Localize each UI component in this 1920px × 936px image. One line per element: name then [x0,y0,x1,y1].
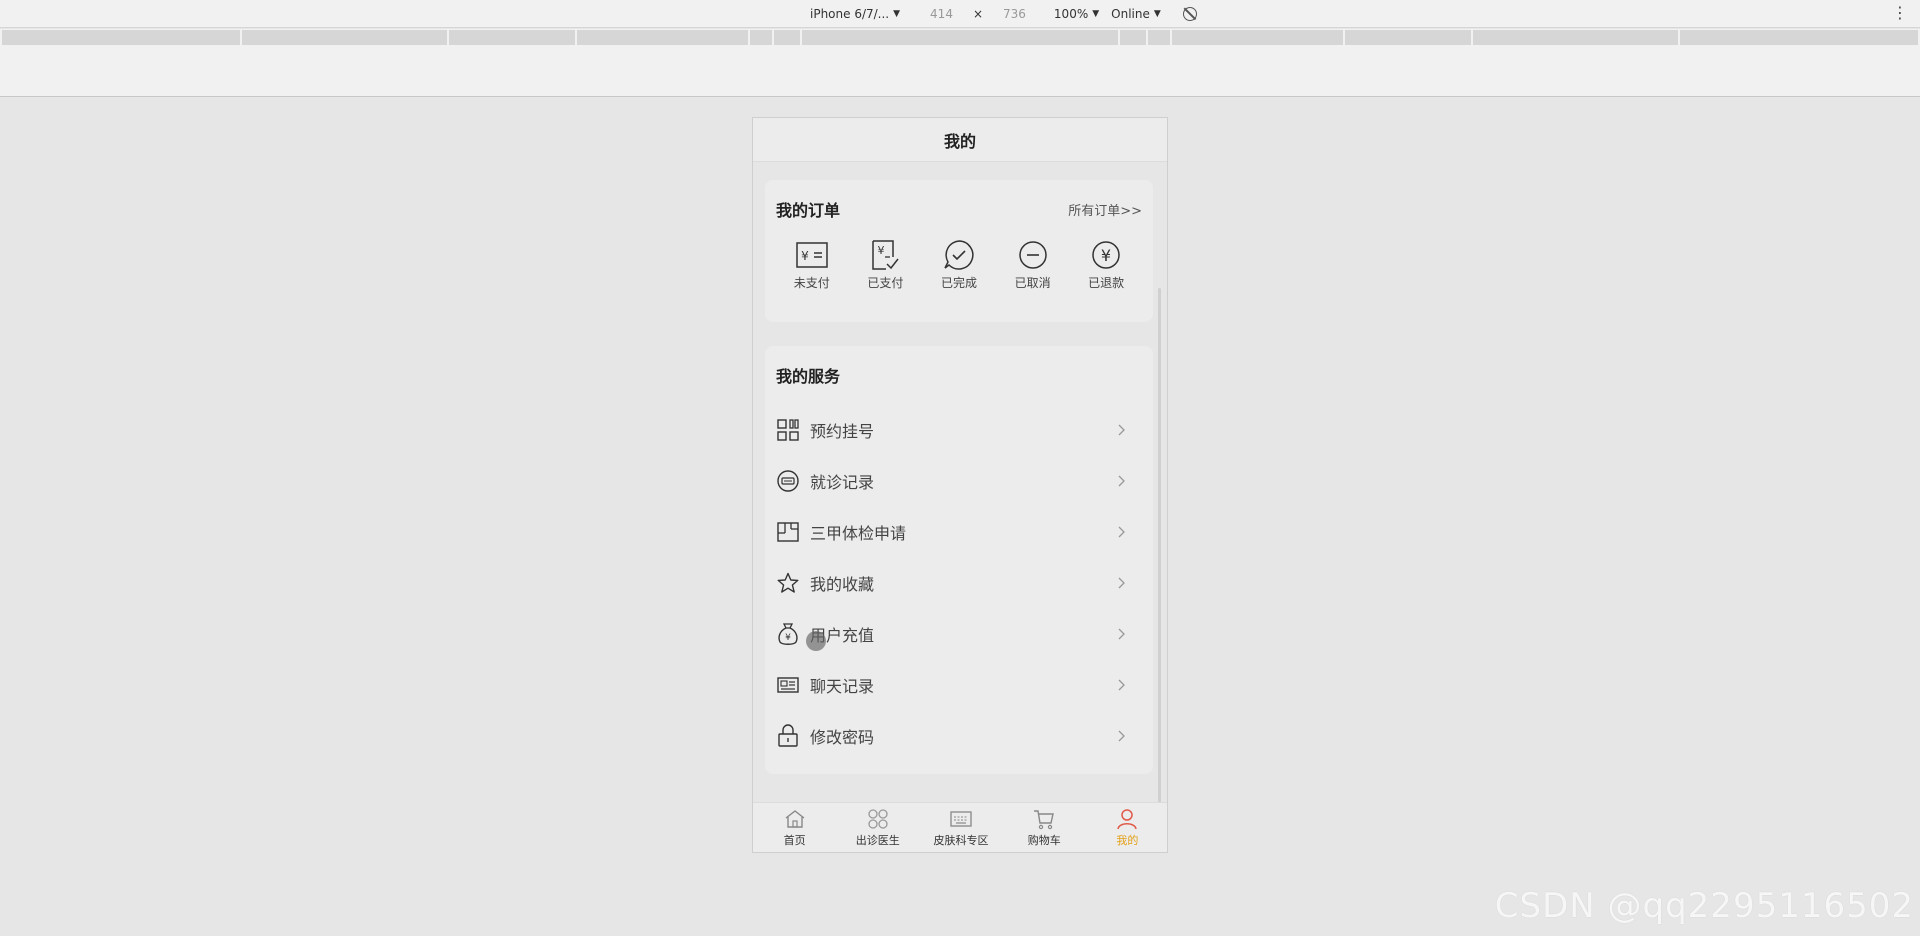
order-label: 已退款 [1088,276,1125,290]
chevron-right-icon [1114,575,1130,591]
tab-mine[interactable]: 我的 [1086,803,1167,852]
order-cancelled[interactable]: 已取消 [996,238,1070,291]
cancelled-icon [1016,238,1050,272]
chevron-right-icon [1114,728,1130,744]
service-label: 就诊记录 [810,472,875,492]
device-select-label: iPhone 6/7/... [810,7,890,21]
order-label: 已支付 [867,276,904,290]
network-select[interactable]: Online ▼ [1111,7,1161,21]
chevron-down-icon: ▼ [893,9,901,19]
rotate-icon[interactable] [1182,7,1197,21]
order-completed[interactable]: 已完成 [922,238,996,291]
service-label: 预约挂号 [810,421,875,441]
svg-text:¥: ¥ [878,244,885,257]
service-label: 聊天记录 [810,676,875,696]
tab-label: 首页 [783,834,806,847]
tab-doctors[interactable]: 出诊医生 [836,803,919,852]
keyboard-icon [949,807,973,831]
home-icon [783,807,807,831]
page-title: 我的 [753,118,1167,162]
ruler-area [0,47,1920,97]
tab-label: 出诊医生 [855,834,900,847]
orders-card: 我的订单 所有订单>> ¥ 未支付 ¥ 已支付 已完成 已取消 ¥ 已退款 [765,180,1153,322]
completed-icon [942,238,976,272]
svg-text:¥: ¥ [785,633,791,643]
unpaid-icon: ¥ [795,238,829,272]
scrollbar[interactable] [1158,288,1161,843]
svg-text:¥: ¥ [801,249,809,263]
user-icon [1115,807,1139,831]
width-input[interactable]: 414 [930,7,953,21]
id-card-icon [776,673,800,697]
service-item-visit-records[interactable]: 就诊记录 [765,455,1153,506]
services-card: 我的服务 预约挂号 就诊记录 三甲体检申请 我的收藏 ¥ 用户充值 聊天记录 修… [765,346,1153,774]
order-label: 已完成 [940,276,977,290]
qr-grid-icon [776,418,800,442]
tab-label: 我的 [1116,834,1139,847]
cart-icon [1032,807,1056,831]
height-input[interactable]: 736 [1003,7,1026,21]
chevron-right-icon [1114,422,1130,438]
chevron-down-icon: ▼ [1092,9,1100,19]
service-label: 修改密码 [810,727,875,747]
service-item-appointment[interactable]: 预约挂号 [765,404,1153,455]
star-icon [776,571,800,595]
more-options-icon[interactable]: ⋮ [1892,5,1908,21]
record-circle-icon [776,469,800,493]
watermark: CSDN @qq2295116502 [1494,886,1914,926]
money-bag-icon: ¥ [776,622,800,646]
service-label: 三甲体检申请 [810,523,907,543]
service-label: 用户充值 [810,625,875,645]
bottom-tabbar: 首页 出诊医生 皮肤科专区 购物车 我的 [753,802,1167,852]
service-label: 我的收藏 [810,574,875,594]
lock-icon [776,723,800,748]
touch-cursor [806,631,826,651]
device-controls: iPhone 6/7/... ▼ 414 × 736 100% ▼ Online… [810,0,1197,28]
tab-label: 购物车 [1027,834,1061,847]
services-title: 我的服务 [776,367,841,386]
order-paid[interactable]: ¥ 已支付 [849,238,923,291]
service-item-chat-history[interactable]: 聊天记录 [765,659,1153,710]
devtools-toolbar: iPhone 6/7/... ▼ 414 × 736 100% ▼ Online… [0,0,1920,28]
orders-title: 我的订单 [776,201,841,220]
clover-icon [866,807,890,831]
times-sign: × [972,7,984,21]
chevron-right-icon [1114,524,1130,540]
chevron-right-icon [1114,626,1130,642]
device-select[interactable]: iPhone 6/7/... ▼ [810,7,900,21]
network-label: Online [1111,7,1150,21]
chevron-right-icon [1114,473,1130,489]
tab-dermatology[interactable]: 皮肤科专区 [919,803,1002,852]
layout-icon [776,520,800,544]
order-unpaid[interactable]: ¥ 未支付 [775,238,849,291]
order-label: 未支付 [793,276,830,290]
chevron-right-icon [1114,677,1130,693]
order-label: 已取消 [1014,276,1051,290]
chevron-down-icon: ▼ [1153,9,1161,19]
order-refunded[interactable]: ¥ 已退款 [1069,238,1143,291]
tab-home[interactable]: 首页 [753,803,836,852]
paid-icon: ¥ [868,238,902,272]
svg-text:¥: ¥ [1101,246,1111,265]
all-orders-link[interactable]: 所有订单>> [1068,200,1142,219]
media-query-bar[interactable] [0,29,1920,47]
tab-cart[interactable]: 购物车 [1003,803,1086,852]
service-item-health-check[interactable]: 三甲体检申请 [765,506,1153,557]
phone-viewport: 我的 我的订单 所有订单>> ¥ 未支付 ¥ 已支付 已完成 已取消 ¥ 已退款… [752,117,1168,853]
zoom-label: 100% [1053,7,1089,21]
zoom-select[interactable]: 100% ▼ [1054,7,1099,21]
service-item-change-password[interactable]: 修改密码 [765,710,1153,761]
refunded-icon: ¥ [1089,238,1123,272]
service-item-favorites[interactable]: 我的收藏 [765,557,1153,608]
tab-label: 皮肤科专区 [933,834,989,847]
